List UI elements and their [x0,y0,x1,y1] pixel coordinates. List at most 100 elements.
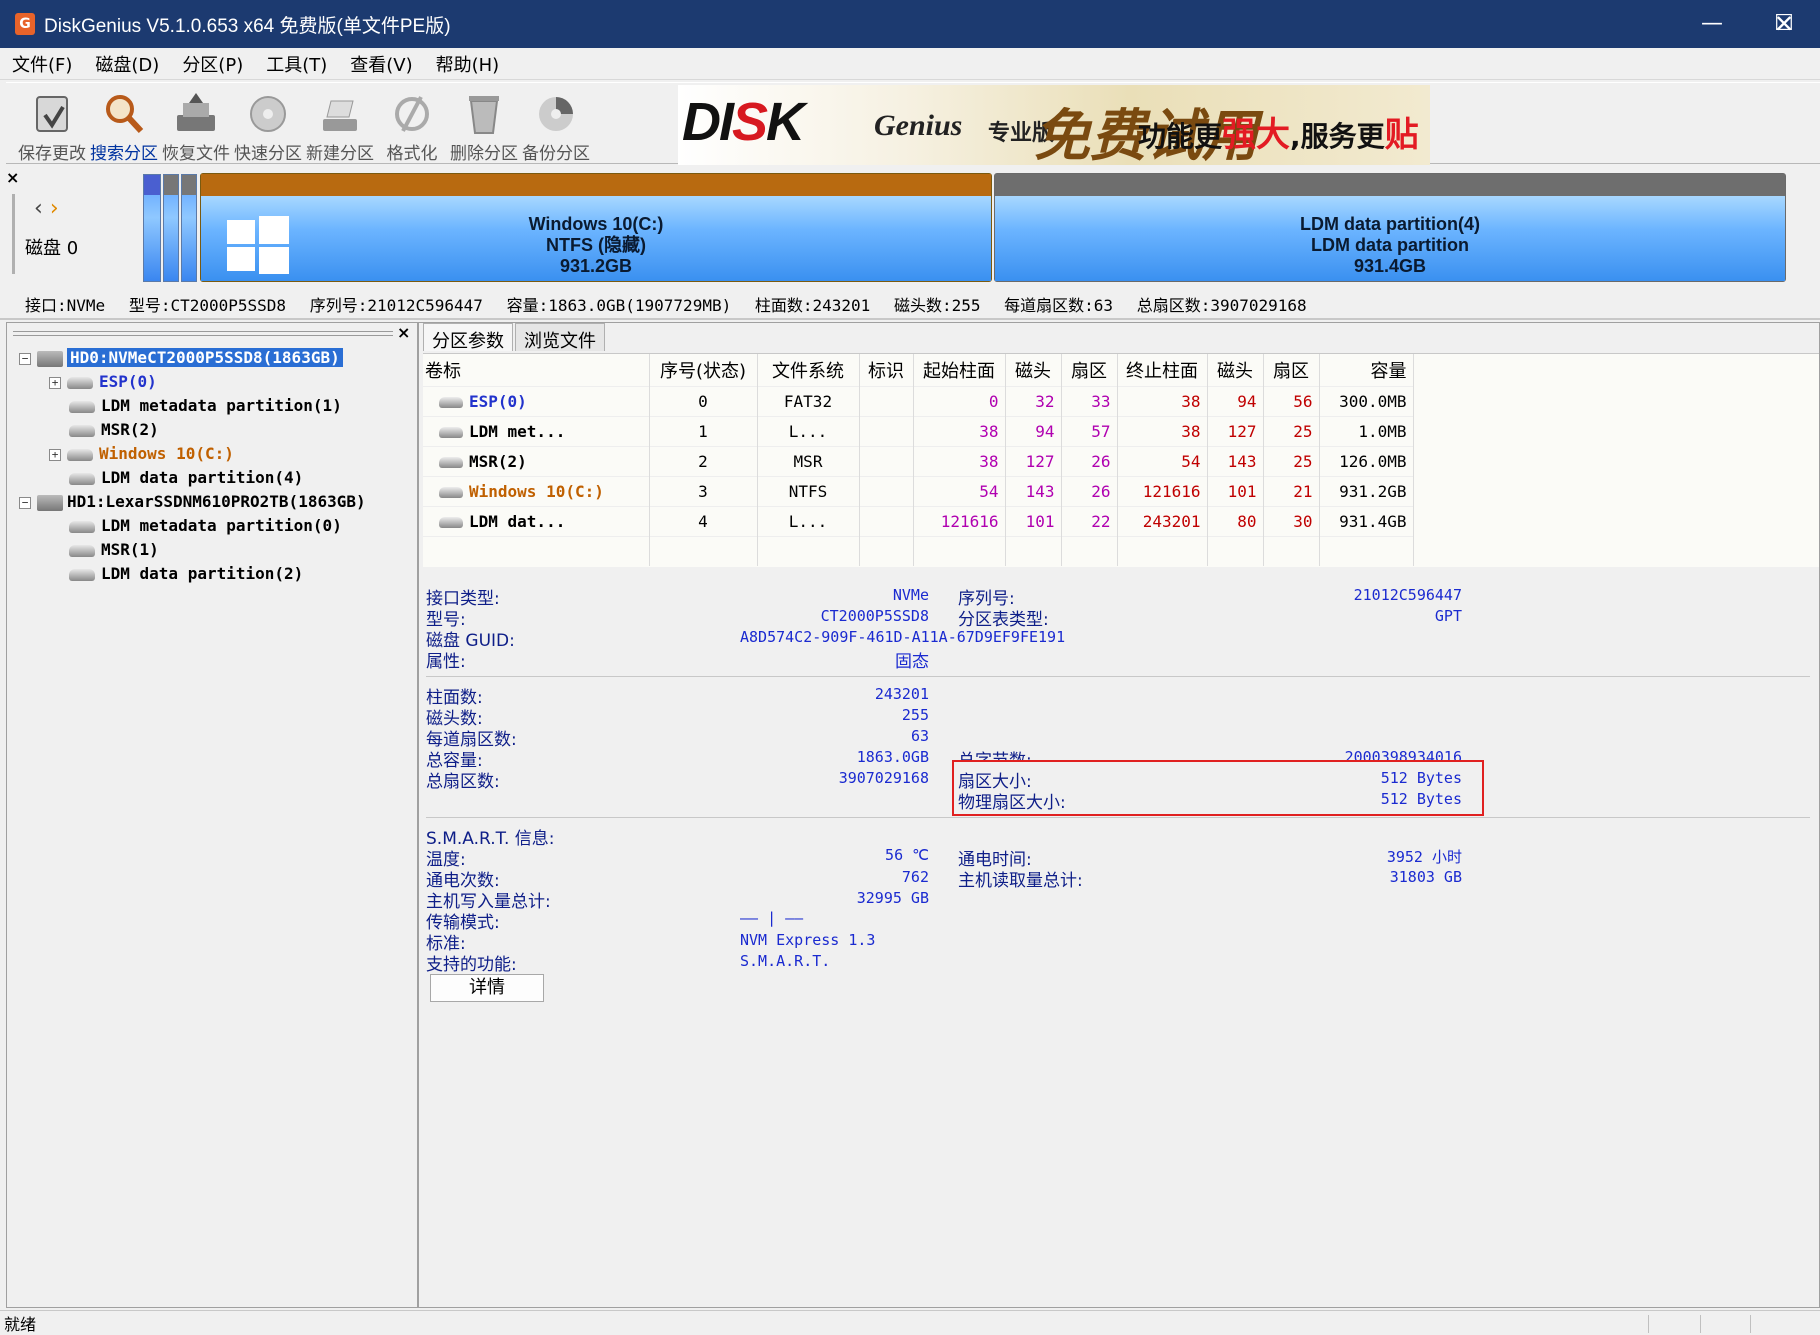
partition-icon [69,472,95,485]
info-cylinders: 柱面数:243201 [754,296,871,315]
tree-node-ldm-data[interactable]: LDM data partition(4) [69,467,303,489]
expand-icon[interactable]: + [49,376,61,389]
recover-files-button[interactable]: 恢复文件 [156,87,236,165]
partition-icon [439,426,463,438]
partition-icon [67,448,93,461]
col-volume[interactable]: 卷标 [423,354,650,386]
save-changes-button[interactable]: 保存更改 [12,87,92,165]
tree-header: × [7,323,417,345]
disk-nav: ‹ › [34,196,59,221]
menu-view[interactable]: 查看(V) [350,51,412,77]
menu-tools[interactable]: 工具(T) [266,51,327,77]
menu-partition[interactable]: 分区(P) [182,51,243,77]
quick-partition-button[interactable]: 快速分区 [228,87,308,165]
collapse-icon[interactable]: − [19,496,31,509]
value-interface-type: NVMe [892,586,929,604]
tree-node-msr[interactable]: MSR(2) [69,419,159,441]
panel-grip[interactable] [13,331,393,336]
tab-partition-params[interactable]: 分区参数 [423,323,513,352]
tree-node-hd1[interactable]: − HD1:LexarSSDNM610PRO2TB(1863GB) [19,491,366,513]
delete-partition-button[interactable]: 删除分区 [444,87,524,165]
disk-icon [37,494,63,511]
menu-file[interactable]: 文件(F) [12,51,72,77]
partition-strip-ldm-meta[interactable] [163,174,179,282]
value-serial: 21012C596447 [1353,586,1462,604]
col-fs[interactable]: 文件系统 [757,354,860,386]
value-features: S.M.A.R.T. [740,952,831,970]
status-text: 就绪 [4,1315,37,1334]
toolbar-label: 快速分区 [234,144,302,164]
partition-size: 931.2GB [559,256,633,276]
format-button[interactable]: 格式化 [372,87,452,165]
banner-slogan: 功能更强大,服务更贴心 [1138,115,1419,165]
partition-windows-c[interactable]: Windows 10(C:) NTFS (隐藏) 931.2GB [200,173,992,282]
label-host-read: 主机读取量总计: [958,871,1083,891]
table-row[interactable]: ESP(0) 0 FAT32 0 32 33 38 94 56 300.0MB [423,385,1414,416]
info-total-sectors: 总扇区数:3907029168 [1136,296,1307,315]
tree-node-hd1-msr[interactable]: MSR(1) [69,539,159,561]
details-button[interactable]: 详情 [430,974,544,1002]
partition-ldm-data[interactable]: LDM data partition(4) LDM data partition… [994,173,1786,282]
tree-node-esp[interactable]: + ESP(0) [49,371,157,393]
partition-table: 卷标 序号(状态) 文件系统 标识 起始柱面 磁头 扇区 终止柱面 磁头 扇区 … [423,353,1819,567]
collapse-icon[interactable]: − [19,352,31,365]
table-header: 卷标 序号(状态) 文件系统 标识 起始柱面 磁头 扇区 终止柱面 磁头 扇区 … [423,354,1414,386]
partition-strip-esp[interactable] [143,174,161,282]
tree-node-hd0[interactable]: − HD0:NVMeCT2000P5SSD8(1863GB) [19,347,343,369]
tree-node-hd1-ldm-meta[interactable]: LDM metadata partition(0) [69,515,342,537]
label-total-bytes: 总字节数: [958,746,1032,760]
divider [0,318,1820,320]
prev-disk-icon[interactable]: ‹ [34,196,43,221]
menu-help[interactable]: 帮助(H) [436,51,500,77]
value-standard: NVM Express 1.3 [740,931,876,949]
col-index[interactable]: 序号(状态) [649,354,758,386]
value-total-sectors: 3907029168 [838,769,929,787]
table-row[interactable]: Windows 10(C:) 3 NTFS 54 143 26 121616 101 21… [423,475,1414,506]
col-id[interactable]: 标识 [859,354,914,386]
label-features: 支持的功能: [426,955,517,975]
partition-size: 931.4GB [1353,256,1427,276]
info-interface: 接口:NVMe [25,296,106,315]
col-start-head[interactable]: 磁头 [1005,354,1062,386]
table-row[interactable]: MSR(2) 2 MSR 38 127 26 54 143 25 126.0MB [423,445,1414,476]
menu-disk[interactable]: 磁盘(D) [95,51,159,77]
close-button[interactable]: ✕ [1748,0,1820,48]
new-partition-button[interactable]: 新建分区 [300,87,380,165]
table-row[interactable]: LDM met... 1 L... 38 94 57 38 127 25 1.0MB [423,415,1414,446]
col-capacity[interactable]: 容量 [1319,354,1414,386]
next-disk-icon[interactable]: › [50,196,59,221]
value-guid: A8D574C2-909F-461D-A11A-67D9EF9FE191 [740,628,1066,646]
table-row[interactable]: LDM dat... 4 L... 121616 101 22 243201 80 30 … [423,505,1414,536]
col-end-cyl[interactable]: 终止柱面 [1117,354,1208,386]
tree-node-windows[interactable]: + Windows 10(C:) [49,443,234,465]
disk-tree-panel: × − HD0:NVMeCT2000P5SSD8(1863GB) + ESP(0) … [6,322,418,1308]
toolbar-label: 格式化 [386,144,438,164]
quick-partition-icon [250,96,286,132]
tab-browse-files[interactable]: 浏览文件 [515,323,605,352]
partition-icon [439,396,463,408]
value-capacity: 1863.0GB [856,748,929,766]
info-capacity: 容量:1863.0GB(1907729MB) [506,296,732,315]
col-end-sector[interactable]: 扇区 [1263,354,1320,386]
minimize-button[interactable]: — [1676,0,1748,48]
value-model: CT2000P5SSD8 [820,607,929,625]
highlight-box [952,760,1484,816]
value-power-on-time: 3952 小时 [1386,848,1462,866]
col-start-cyl[interactable]: 起始柱面 [913,354,1006,386]
expand-icon[interactable]: + [49,448,61,461]
close-icon[interactable]: × [6,168,19,187]
close-icon[interactable]: × [397,323,410,342]
title-bar: G DiskGenius V5.1.0.653 x64 免费版(单文件PE版) … [0,0,1820,48]
col-end-head[interactable]: 磁头 [1207,354,1264,386]
value-attr: 固态 [895,652,929,672]
value-transfer-mode: —— | —— [740,909,804,927]
new-partition-icon [323,100,357,131]
backup-partition-button[interactable]: 备份分区 [516,87,596,165]
search-partition-button[interactable]: 搜索分区 [84,87,164,165]
tree-node-ldm-meta[interactable]: LDM metadata partition(1) [69,395,342,417]
tree-node-hd1-ldm-data[interactable]: LDM data partition(2) [69,563,303,585]
partition-strip-msr[interactable] [181,174,197,282]
separator [426,817,1810,818]
promo-banner[interactable]: DISK Genius 专业版 免费试用 功能更强大,服务更贴心 [678,85,1430,165]
col-start-sector[interactable]: 扇区 [1061,354,1118,386]
